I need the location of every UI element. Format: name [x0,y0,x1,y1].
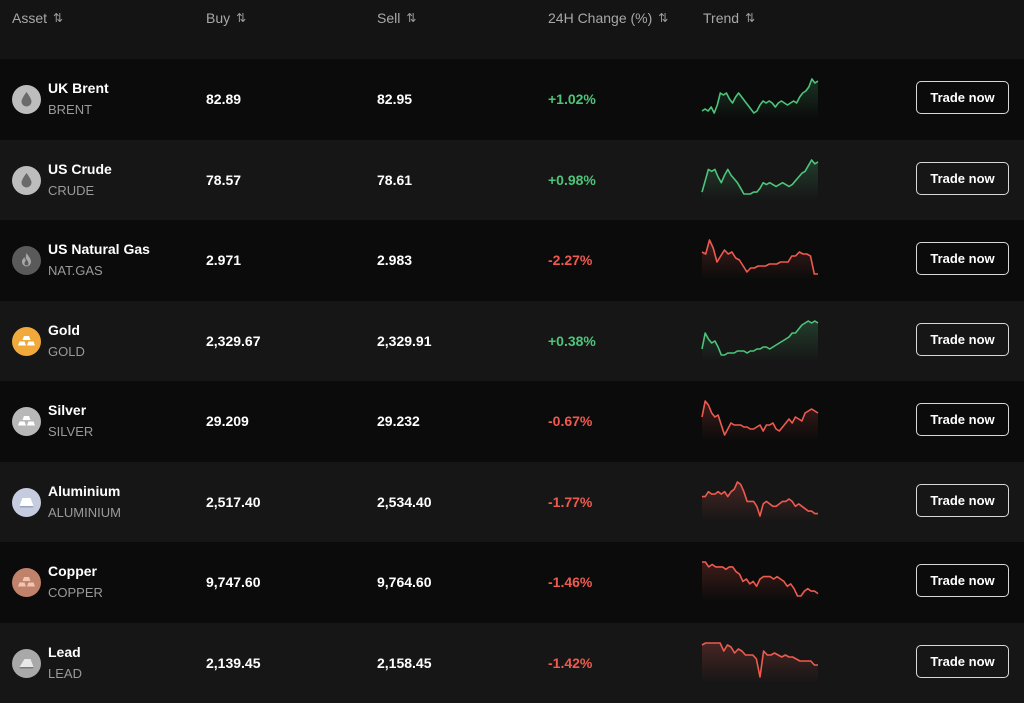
column-header-change[interactable]: 24H Change (%) ⇅ [548,10,666,26]
asset-name: Copper [48,563,97,579]
column-header-trend[interactable]: Trend ⇅ [703,10,753,26]
change-percent: -0.67% [548,413,592,429]
trade-now-button[interactable]: Trade now [916,162,1009,195]
buy-price: 2,329.67 [206,333,261,349]
trend-sparkline [700,556,824,608]
table-row-aluminium[interactable]: Aluminium ALUMINIUM 2,517.40 2,534.40 -1… [0,462,1024,543]
asset-name: Silver [48,402,86,418]
trend-sparkline [700,73,824,125]
asset-name: Lead [48,644,81,660]
change-percent: -1.46% [548,574,592,590]
sell-price: 2,329.91 [377,333,432,349]
asset-code: LEAD [48,666,82,681]
asset-code: ALUMINIUM [48,505,121,520]
change-percent: +1.02% [548,91,596,107]
table-row-brent[interactable]: UK Brent BRENT 82.89 82.95 +1.02% Trade … [0,59,1024,140]
column-label: Asset [12,10,47,26]
oil-drop-icon [12,166,41,195]
table-header: Asset ⇅ Buy ⇅ Sell ⇅ 24H Change (%) ⇅ Tr… [0,0,1024,59]
oil-drop-icon [12,85,41,114]
buy-price: 82.89 [206,91,241,107]
change-percent: +0.38% [548,333,596,349]
buy-price: 29.209 [206,413,249,429]
sell-price: 2.983 [377,252,412,268]
sell-price: 78.61 [377,172,412,188]
gold-bars-icon [12,327,41,356]
trend-sparkline [700,315,824,367]
sell-price: 29.232 [377,413,420,429]
change-percent: -2.27% [548,252,592,268]
asset-code: CRUDE [48,183,94,198]
sort-arrows-icon[interactable]: ⇅ [53,11,61,25]
sell-price: 9,764.60 [377,574,432,590]
trend-sparkline [700,395,824,447]
column-header-asset[interactable]: Asset ⇅ [12,10,61,26]
sort-arrows-icon[interactable]: ⇅ [406,11,414,25]
trade-now-button[interactable]: Trade now [916,564,1009,597]
trend-sparkline [700,476,824,528]
change-percent: -1.77% [548,494,592,510]
column-label: 24H Change (%) [548,10,652,26]
trade-now-button[interactable]: Trade now [916,242,1009,275]
buy-price: 78.57 [206,172,241,188]
table-row-lead[interactable]: Lead LEAD 2,139.45 2,158.45 -1.42% Trade… [0,623,1024,703]
change-percent: -1.42% [548,655,592,671]
trade-now-button[interactable]: Trade now [916,403,1009,436]
trade-now-button[interactable]: Trade now [916,645,1009,678]
asset-code: SILVER [48,424,93,439]
asset-code: GOLD [48,344,85,359]
asset-name: UK Brent [48,80,109,96]
column-header-buy[interactable]: Buy ⇅ [206,10,244,26]
buy-price: 2.971 [206,252,241,268]
change-percent: +0.98% [548,172,596,188]
lead-ingot-icon [12,649,41,678]
asset-code: NAT.GAS [48,263,103,278]
sell-price: 2,158.45 [377,655,432,671]
trade-now-button[interactable]: Trade now [916,484,1009,517]
trend-sparkline [700,154,824,206]
sort-arrows-icon[interactable]: ⇅ [236,11,244,25]
asset-name: Aluminium [48,483,120,499]
markets-table: Asset ⇅ Buy ⇅ Sell ⇅ 24H Change (%) ⇅ Tr… [0,0,1024,703]
table-row-silver[interactable]: Silver SILVER 29.209 29.232 -0.67% Trade… [0,381,1024,462]
buy-price: 2,139.45 [206,655,261,671]
silver-bars-icon [12,407,41,436]
sort-arrows-icon[interactable]: ⇅ [745,11,753,25]
table-row-gold[interactable]: Gold GOLD 2,329.67 2,329.91 +0.38% Trade… [0,301,1024,382]
buy-price: 9,747.60 [206,574,261,590]
trend-sparkline [700,234,824,286]
sell-price: 2,534.40 [377,494,432,510]
column-label: Buy [206,10,230,26]
copper-bars-icon [12,568,41,597]
column-label: Sell [377,10,400,26]
sell-price: 82.95 [377,91,412,107]
flame-icon [12,246,41,275]
asset-name: US Natural Gas [48,241,150,257]
asset-code: COPPER [48,585,103,600]
column-label: Trend [703,10,739,26]
table-body: UK Brent BRENT 82.89 82.95 +1.02% Trade … [0,59,1024,703]
buy-price: 2,517.40 [206,494,261,510]
asset-name: US Crude [48,161,112,177]
table-row-copper[interactable]: Copper COPPER 9,747.60 9,764.60 -1.46% T… [0,542,1024,623]
trend-sparkline [700,637,824,689]
column-header-sell[interactable]: Sell ⇅ [377,10,414,26]
table-row-nat-gas[interactable]: US Natural Gas NAT.GAS 2.971 2.983 -2.27… [0,220,1024,301]
trade-now-button[interactable]: Trade now [916,323,1009,356]
aluminium-ingot-icon [12,488,41,517]
table-row-crude[interactable]: US Crude CRUDE 78.57 78.61 +0.98% Trade … [0,140,1024,221]
asset-name: Gold [48,322,80,338]
asset-code: BRENT [48,102,92,117]
sort-arrows-icon[interactable]: ⇅ [658,11,666,25]
trade-now-button[interactable]: Trade now [916,81,1009,114]
sparkline-area [702,240,818,280]
